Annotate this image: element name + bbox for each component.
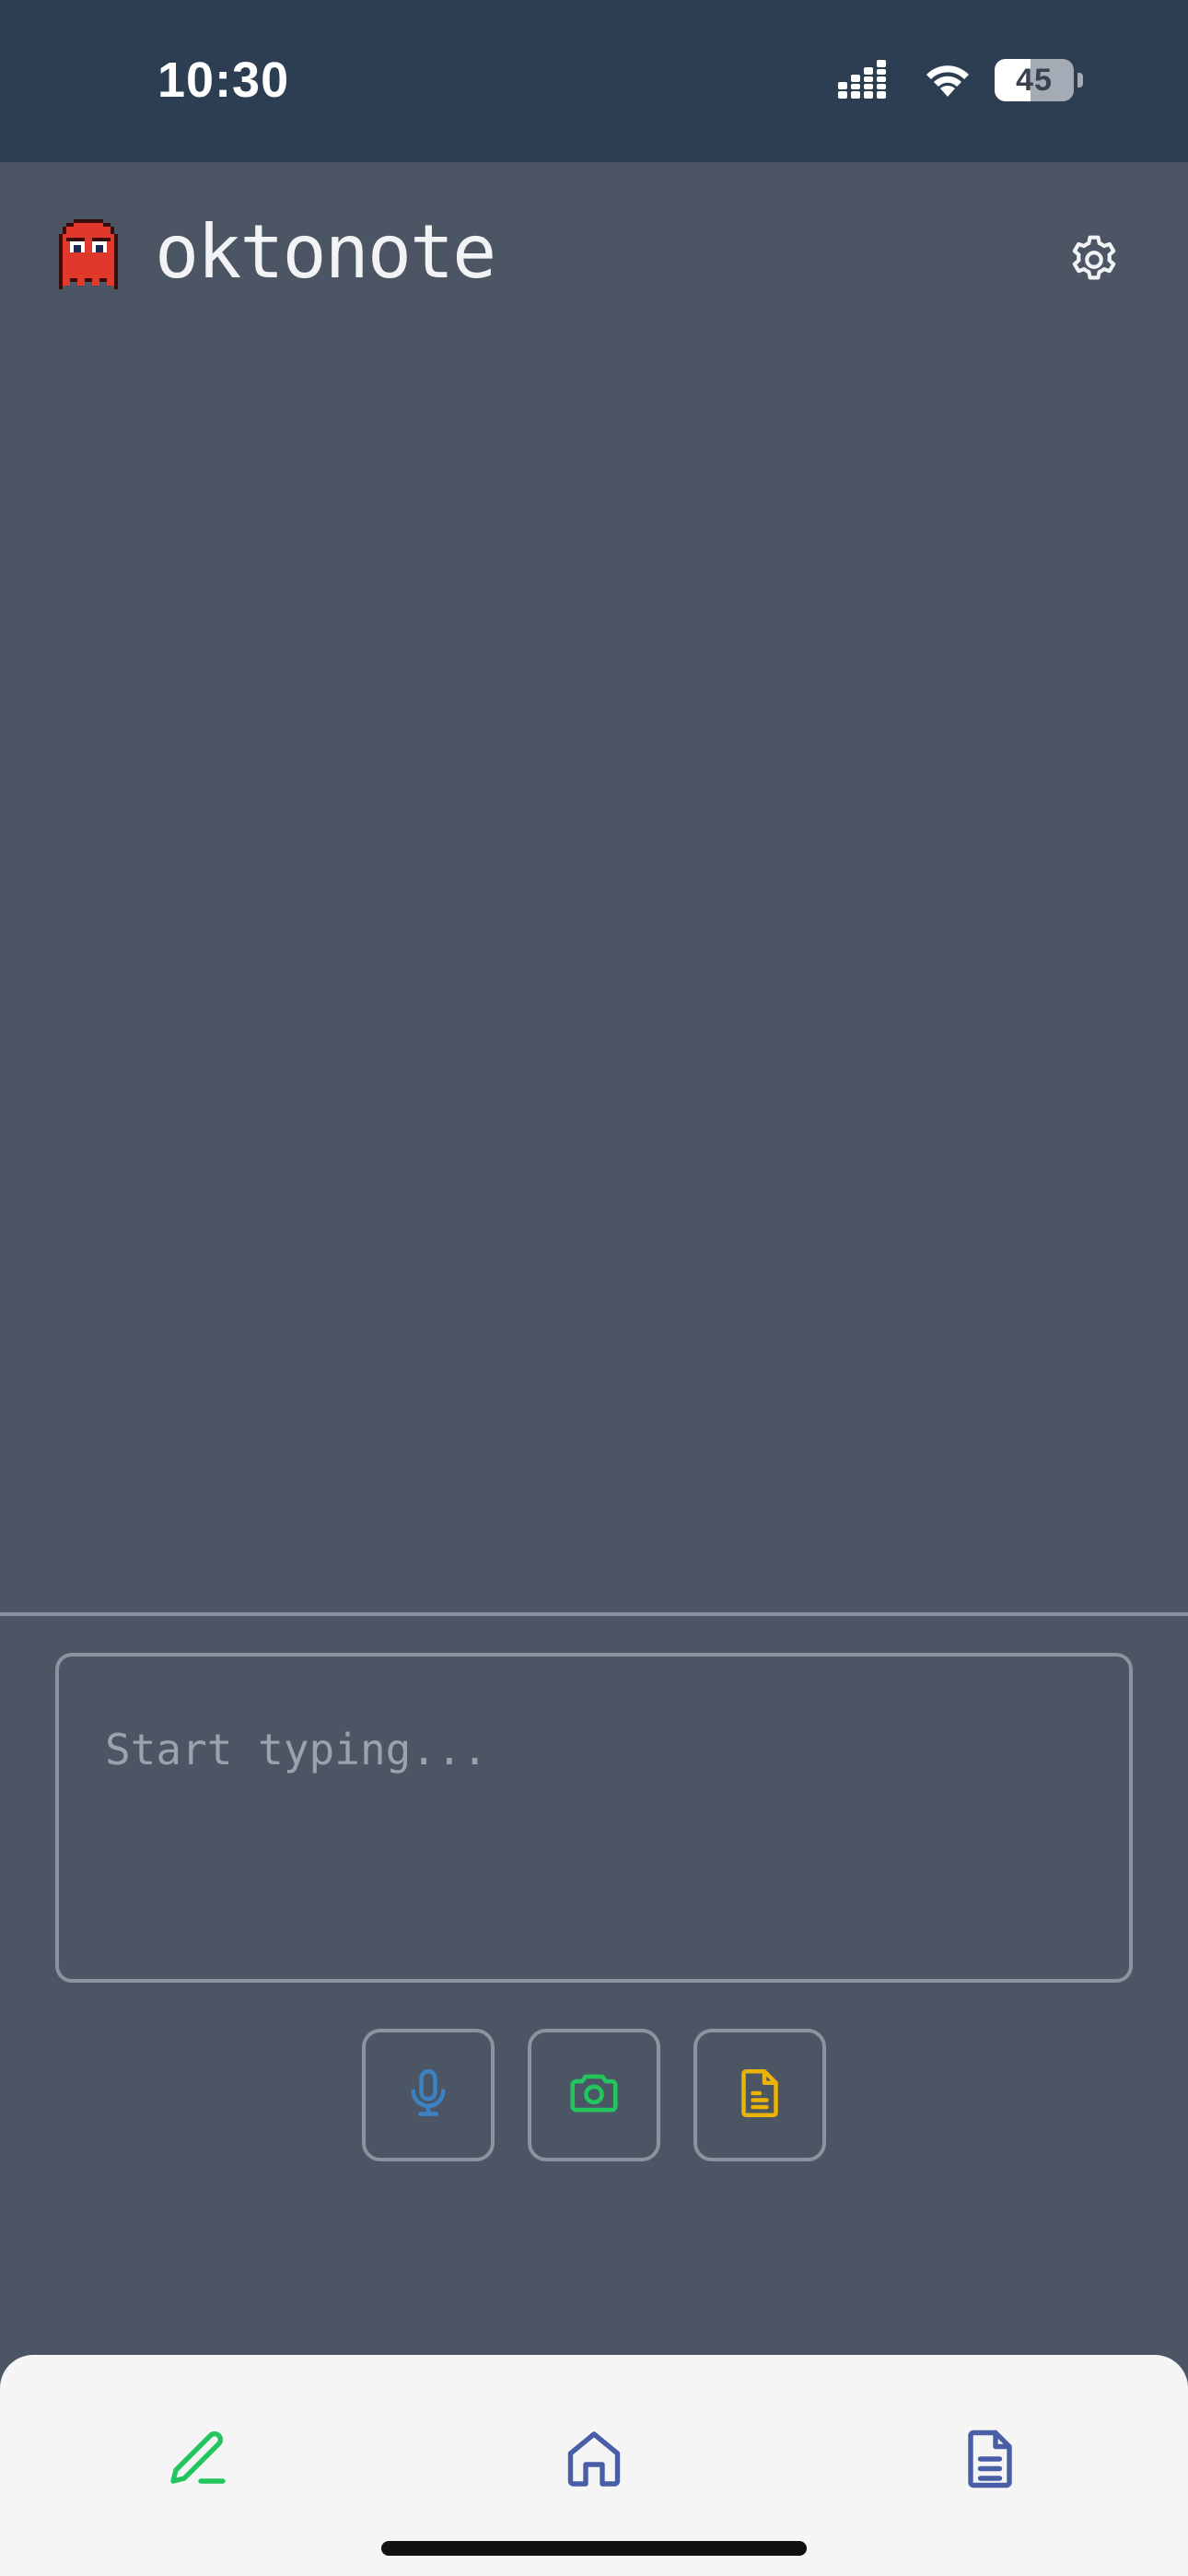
app-title: oktonote [155, 209, 496, 295]
camera-icon [565, 2065, 623, 2125]
app-screen: 10:30 45 oktonote Start typing... [0, 0, 1188, 2576]
microphone-icon [401, 2066, 456, 2125]
wifi-icon [921, 58, 974, 102]
pencil-icon [165, 2426, 231, 2496]
nav-home-tab[interactable] [543, 2410, 645, 2512]
cellular-signal-icon [838, 58, 901, 102]
nav-write-tab[interactable] [147, 2410, 249, 2512]
red-ghost-icon [55, 219, 122, 289]
voice-record-button[interactable] [362, 2029, 495, 2161]
notes-list-icon [957, 2426, 1023, 2496]
document-button[interactable] [693, 2029, 826, 2161]
status-icons: 45 [838, 55, 1083, 105]
status-bar: 10:30 45 [0, 0, 1188, 162]
note-input[interactable] [55, 1653, 1133, 1983]
settings-button[interactable] [1059, 227, 1129, 297]
home-indicator[interactable] [381, 2541, 807, 2556]
app-header: oktonote [0, 162, 1188, 346]
camera-button[interactable] [528, 2029, 660, 2161]
battery-cap [1077, 73, 1083, 88]
battery-body: 45 [995, 59, 1074, 101]
gear-icon [1066, 231, 1123, 292]
status-time: 10:30 [157, 53, 290, 108]
composer-divider [0, 1612, 1188, 1616]
battery-level: 45 [1016, 62, 1053, 98]
battery-icon: 45 [995, 59, 1083, 101]
nav-notes-tab[interactable] [939, 2410, 1041, 2512]
capture-actions [362, 2029, 826, 2161]
document-icon [732, 2066, 787, 2125]
home-icon [561, 2426, 627, 2496]
